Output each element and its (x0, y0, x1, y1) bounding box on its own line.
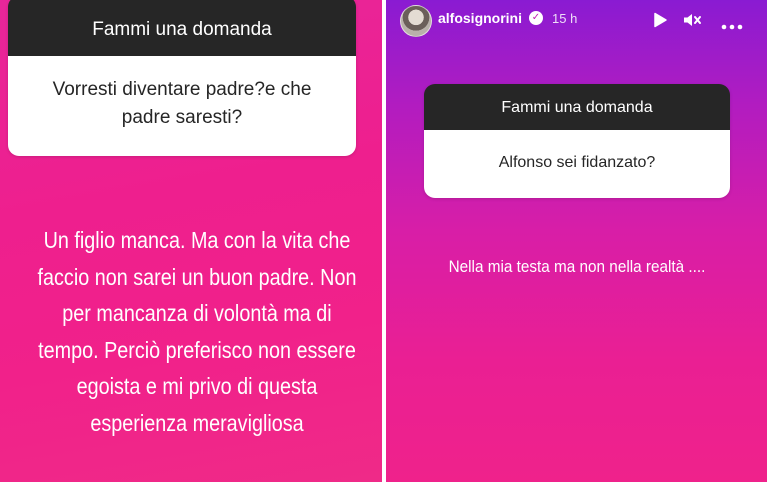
answer-text: Un figlio manca. Ma con la vita che facc… (21, 222, 374, 441)
answer-line: tempo. Perciò preferisco non essere (38, 336, 356, 363)
story-header: alfosignorini ✓ 15 h (386, 0, 767, 42)
question-text-line-1: Vorresti diventare padre?e che (52, 79, 312, 100)
mute-icon[interactable] (683, 12, 703, 33)
question-sticker: Fammi una domanda Vorresti diventare pad… (8, 0, 356, 156)
answer-line: per mancanza di volontà ma di (62, 300, 332, 326)
answer-line: egoista e mi privo di questa (76, 373, 318, 399)
question-text-line-2: padre saresti? (121, 107, 243, 128)
answer-line: Un figlio manca. Ma con la vita che (43, 227, 351, 253)
story-panel-right: alfosignorini ✓ 15 h Fammi una domanda A… (386, 0, 767, 482)
story-panel-left: Fammi una domanda Vorresti diventare pad… (0, 0, 382, 482)
username[interactable]: alfosignorini (438, 10, 522, 26)
avatar[interactable] (400, 5, 432, 37)
question-sticker-header: Fammi una domanda (424, 84, 730, 130)
more-icon[interactable] (721, 17, 743, 35)
post-time: 15 h (552, 11, 578, 26)
answer-line: faccio non sarei un buon padre. Non (37, 263, 357, 290)
answer-line: esperienza meravigliosa (90, 409, 304, 436)
question-sticker-header: Fammi una domanda (8, 0, 356, 56)
play-icon[interactable] (652, 12, 668, 33)
question-sticker: Fammi una domanda Alfonso sei fidanzato? (424, 84, 730, 198)
answer-text: Nella mia testa ma non nella realtà .... (448, 257, 706, 276)
question-sticker-body: Vorresti diventare padre?e che padre sar… (8, 56, 356, 156)
verified-badge-icon: ✓ (529, 11, 543, 25)
question-sticker-body: Alfonso sei fidanzato? (424, 130, 730, 198)
